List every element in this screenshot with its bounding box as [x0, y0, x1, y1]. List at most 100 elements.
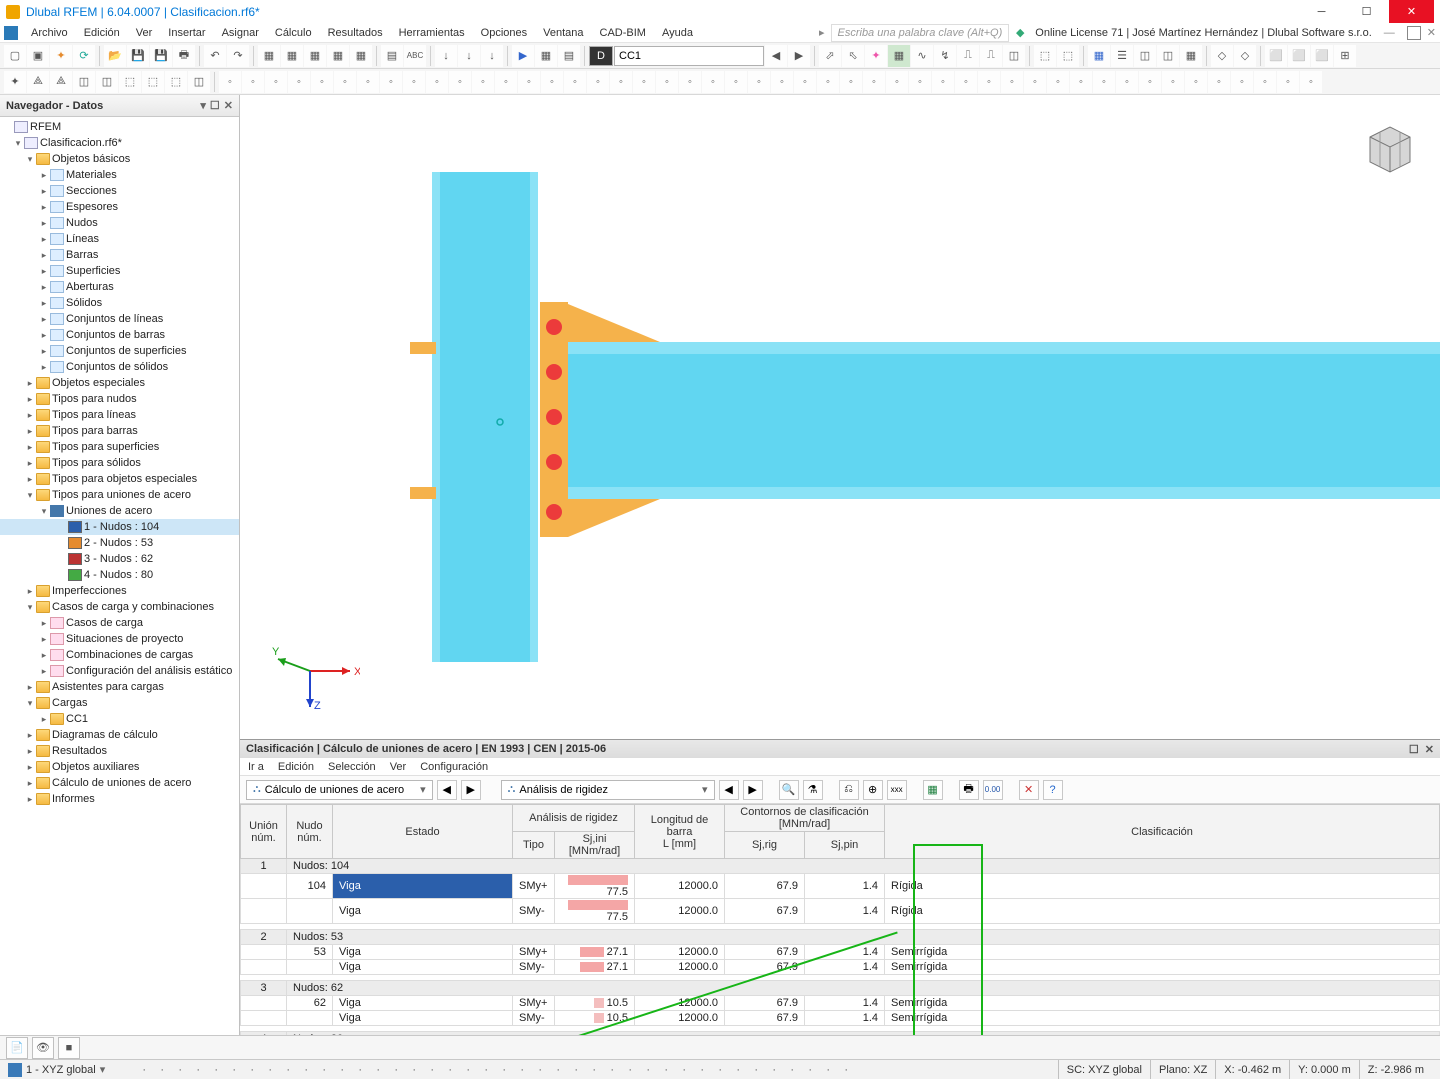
rtb-excel[interactable]: ▦ — [923, 780, 943, 800]
menu-assign[interactable]: Asignar — [215, 25, 266, 41]
sb-tool[interactable]: · — [819, 1059, 837, 1081]
tree-cases[interactable]: ▾Casos de carga y combinaciones — [0, 599, 239, 615]
tb2-icon[interactable]: ◦ — [932, 71, 954, 93]
sb-tool[interactable]: · — [243, 1059, 261, 1081]
tree-steel-node-3[interactable]: 3 - Nudos : 62 — [0, 551, 239, 567]
lc-badge[interactable]: D — [589, 46, 613, 66]
menu-results[interactable]: Resultados — [321, 25, 390, 41]
rtb-del[interactable]: ✕ — [1019, 780, 1039, 800]
sb-view[interactable]: 1 - XYZ global — [26, 1064, 96, 1076]
menu-tools[interactable]: Herramientas — [392, 25, 472, 41]
tb-box2[interactable]: ⬜ — [1288, 45, 1310, 67]
tb-v4[interactable]: ▦ — [888, 45, 910, 67]
tree-folder[interactable]: ▸Tipos para superficies — [0, 439, 239, 455]
tb-star[interactable]: ✦ — [50, 45, 72, 67]
sb-tool[interactable]: · — [747, 1059, 765, 1081]
nav-close-icon[interactable]: ✕ — [224, 99, 233, 112]
col-union[interactable]: Unión núm. — [241, 805, 287, 859]
tb2-icon[interactable]: ◦ — [748, 71, 770, 93]
tree-steel[interactable]: ▾Tipos para uniones de acero — [0, 487, 239, 503]
tb2-h[interactable]: ⬚ — [165, 71, 187, 93]
tb2-icon[interactable]: ◦ — [886, 71, 908, 93]
tree-cc1[interactable]: ▸CC1 — [0, 711, 239, 727]
sb-tool[interactable]: · — [801, 1059, 819, 1081]
tree-basic[interactable]: ▾Objetos básicos — [0, 151, 239, 167]
tb2-i[interactable]: ◫ — [188, 71, 210, 93]
tb2-icon[interactable]: ◦ — [380, 71, 402, 93]
tb2-icon[interactable]: ◦ — [1277, 71, 1299, 93]
table-row[interactable]: Viga SMy- 77.5 12000.0 67.9 1.4 Rígida — [241, 899, 1440, 924]
results-menu-goto[interactable]: Ir a — [248, 761, 264, 773]
tb2-c[interactable]: ⟁ — [50, 71, 72, 93]
tree-item[interactable]: ▸Conjuntos de líneas — [0, 311, 239, 327]
tree-item[interactable]: ▸Combinaciones de cargas — [0, 647, 239, 663]
sb-cam[interactable]: ■ — [58, 1037, 80, 1059]
rtb-tool2[interactable]: ⊕ — [863, 780, 883, 800]
sb-tool[interactable]: · — [783, 1059, 801, 1081]
tb-grid1[interactable]: ▦ — [258, 45, 280, 67]
tb2-icon[interactable]: ◦ — [771, 71, 793, 93]
results-max-icon[interactable]: ☐ — [1409, 743, 1419, 756]
tree-item[interactable]: ▸Barras — [0, 247, 239, 263]
tb-load2[interactable]: ↓ — [458, 45, 480, 67]
tree-item[interactable]: ▸Superficies — [0, 263, 239, 279]
sb-tool[interactable]: · — [585, 1059, 603, 1081]
tb2-icon[interactable]: ◦ — [633, 71, 655, 93]
tb2-icon[interactable]: ◦ — [564, 71, 586, 93]
sb-tool[interactable]: · — [459, 1059, 477, 1081]
tb-grid4[interactable]: ▦ — [327, 45, 349, 67]
sb-tool[interactable]: · — [549, 1059, 567, 1081]
col-sjrig[interactable]: Sj,rig — [725, 832, 805, 859]
maximize-button[interactable]: ☐ — [1344, 0, 1389, 23]
tb2-icon[interactable]: ◦ — [1093, 71, 1115, 93]
sb-tool[interactable]: · — [405, 1059, 423, 1081]
tree-steel-node-2[interactable]: 2 - Nudos : 53 — [0, 535, 239, 551]
results-close-icon[interactable]: ✕ — [1425, 743, 1434, 756]
tb2-icon[interactable]: ◦ — [357, 71, 379, 93]
tb2-icon[interactable]: ◦ — [955, 71, 977, 93]
tree-folder[interactable]: ▸Tipos para líneas — [0, 407, 239, 423]
tb2-icon[interactable]: ◦ — [495, 71, 517, 93]
sb-tool[interactable]: · — [837, 1059, 855, 1081]
tb-v3[interactable]: ✦ — [865, 45, 887, 67]
tb2-f[interactable]: ⬚ — [119, 71, 141, 93]
sb-tool[interactable]: · — [711, 1059, 729, 1081]
tree-item[interactable]: ▸Conjuntos de sólidos — [0, 359, 239, 375]
tb-sel2[interactable]: ◇ — [1234, 45, 1256, 67]
tb2-icon[interactable]: ◦ — [610, 71, 632, 93]
col-sjini[interactable]: Sj,ini [MNm/rad] — [555, 832, 635, 859]
table-group[interactable]: 2Nudos: 53 — [241, 930, 1440, 945]
table-group[interactable]: 3Nudos: 62 — [241, 981, 1440, 996]
rtb-tool1[interactable]: ⎌ — [839, 780, 859, 800]
tb2-e[interactable]: ◫ — [96, 71, 118, 93]
tb2-icon[interactable]: ◦ — [909, 71, 931, 93]
tb-v7[interactable]: ⎍ — [957, 45, 979, 67]
sb-tool[interactable]: · — [189, 1059, 207, 1081]
sb-eye[interactable]: 👁 — [32, 1037, 54, 1059]
col-rigid-grp[interactable]: Análisis de rigidez — [513, 805, 635, 832]
tb2-icon[interactable]: ◦ — [725, 71, 747, 93]
tb-view1[interactable]: ◫ — [1134, 45, 1156, 67]
lc-prev[interactable]: ◀ — [765, 45, 787, 67]
tree-item[interactable]: ▸Casos de carga — [0, 615, 239, 631]
tree-folder[interactable]: ▸Informes — [0, 791, 239, 807]
tb-iso1[interactable]: ⬚ — [1034, 45, 1056, 67]
tb-v2[interactable]: ⬁ — [842, 45, 864, 67]
mdi-min-icon[interactable]: — — [1384, 27, 1395, 39]
results-grid[interactable]: Unión núm. Nudo núm. Estado Análisis de … — [240, 804, 1440, 1037]
tb2-a[interactable]: ✦ — [4, 71, 26, 93]
tb2-icon[interactable]: ◦ — [1185, 71, 1207, 93]
col-cont-grp[interactable]: Contornos de clasificación [MNm/rad] — [725, 805, 885, 832]
menu-cadbim[interactable]: CAD-BIM — [593, 25, 653, 41]
sb-tool[interactable]: · — [693, 1059, 711, 1081]
mdi-close-icon[interactable]: ✕ — [1427, 26, 1436, 39]
tb2-icon[interactable]: ◦ — [817, 71, 839, 93]
tree-folder[interactable]: ▸Tipos para nudos — [0, 391, 239, 407]
tree-folder[interactable]: ▸Tipos para barras — [0, 423, 239, 439]
tree-item[interactable]: ▸Conjuntos de barras — [0, 327, 239, 343]
tb2-icon[interactable]: ◦ — [794, 71, 816, 93]
tb2-icon[interactable]: ◦ — [840, 71, 862, 93]
tb2-g[interactable]: ⬚ — [142, 71, 164, 93]
sb-tool[interactable]: · — [423, 1059, 441, 1081]
tb2-icon[interactable]: ◦ — [1024, 71, 1046, 93]
